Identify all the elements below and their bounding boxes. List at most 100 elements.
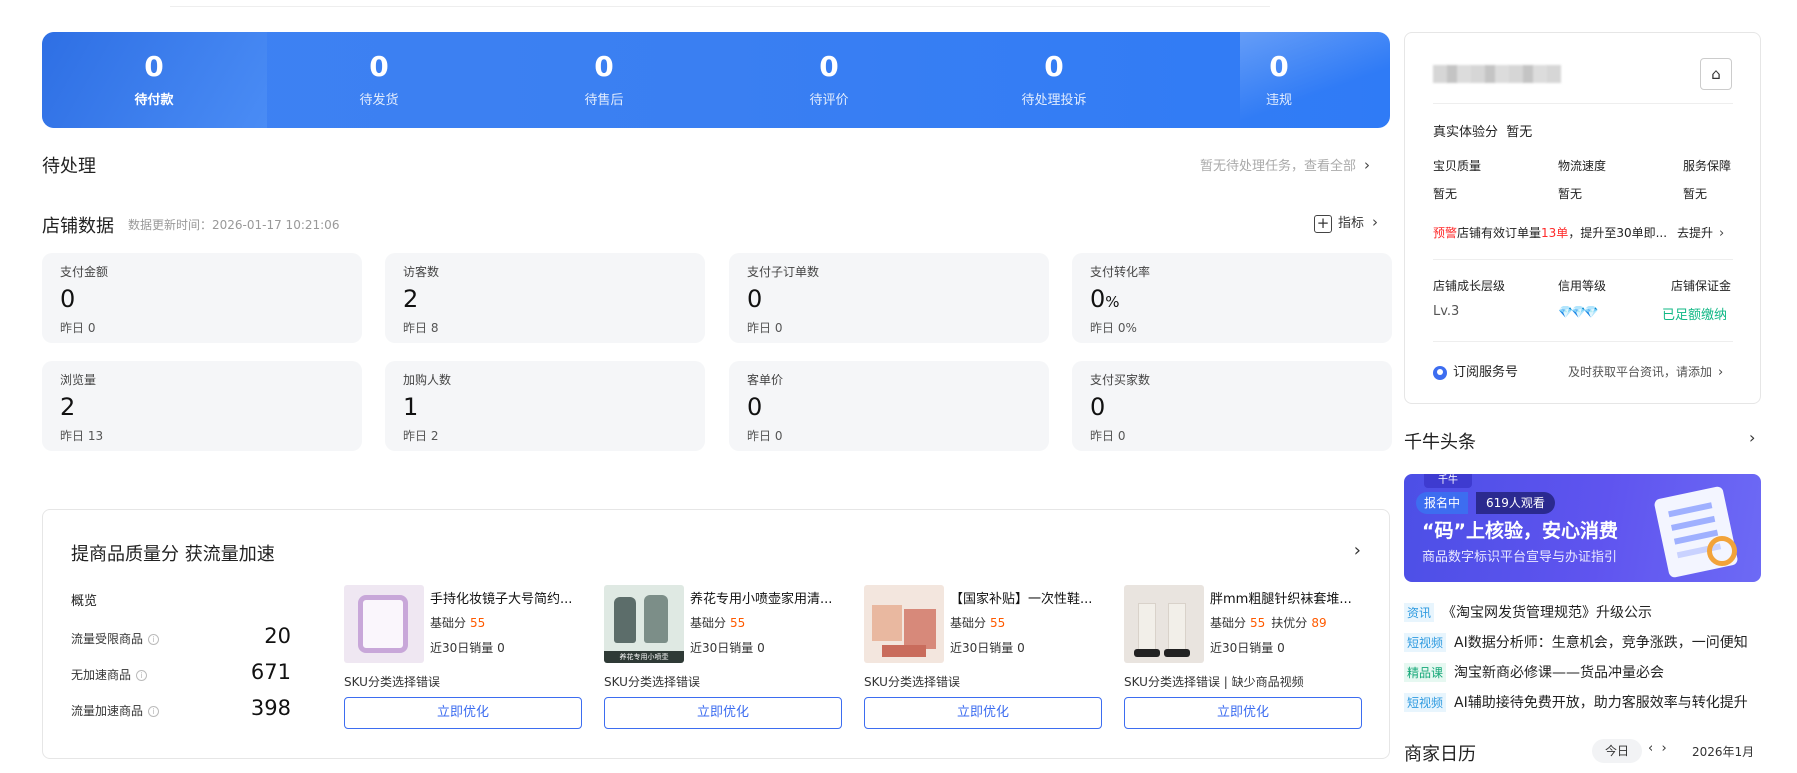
quality-title: 提商品质量分 获流量加速 [71,544,275,565]
metric-label: 支付子订单数 [747,265,820,279]
metric-value: 2 [403,285,419,313]
signup-badge: 报名中 [1416,492,1469,514]
status-label: 待付款 [134,93,174,108]
status-pending-review[interactable]: 0 待评价 [739,50,919,108]
product-name[interactable]: 【国家补贴】一次性鞋... [950,588,1102,607]
metric-label: 访客数 [403,265,440,279]
product-card: 胖mm粗腿针织袜套堆... 基础分 55 扶优分 89 近30日销量 0 SKU分类选… [1124,585,1362,735]
metric-yesterday: 昨日 0 [747,429,783,443]
product-thumbnail[interactable]: 养花专用小喷壶 [604,585,684,663]
status-label: 待售后 [584,93,624,108]
news-item[interactable]: 资讯 《淘宝网发货管理规范》升级公示 [1404,602,1761,622]
optimize-button[interactable]: 立即优化 [864,697,1102,729]
score-label: 宝贝质量 [1433,159,1482,173]
chevron-left-icon[interactable]: ‹ [1648,741,1653,756]
metric-card[interactable]: 支付转化率 0% 昨日 0% [1072,253,1392,343]
subscribe-hint[interactable]: 及时获取平台资讯，请添加 › [1568,363,1723,380]
metric-card[interactable]: 支付买家数 0 昨日 0 [1072,361,1392,451]
metric-card[interactable]: 支付子订单数 0 昨日 0 [729,253,1049,343]
status-violations[interactable]: 0 违规 [1189,50,1369,108]
info-icon: i [148,706,160,717]
deposit-value: 已足额缴纳 [1662,308,1728,323]
status-label: 违规 [1265,93,1292,108]
status-pending-payment[interactable]: 0 待付款 [64,50,244,108]
news-banner[interactable]: 千牛 报名中 619人观看 “码”上核验，安心消费 商品数字标识平台宣导与办证指… [1404,474,1761,582]
product-sales: 近30日销量 0 [430,641,505,655]
metric-card[interactable]: 加购人数 1 昨日 2 [385,361,705,451]
metric-value: 0% [1090,285,1120,313]
overview-title: 概览 [71,594,98,609]
calendar-month: 2026年1月 [1692,745,1755,759]
experience-score: 真实体验分 暂无 [1433,125,1533,140]
info-icon: i [136,670,148,681]
metric-card[interactable]: 浏览量 2 昨日 13 [42,361,362,451]
product-issue: SKU分类选择错误 [864,675,960,689]
metrics-settings-link[interactable]: + 指标 › [1314,212,1378,233]
optimize-button[interactable]: 立即优化 [1124,697,1362,729]
overview-row[interactable]: 流量受限商品 i 20 [71,624,291,652]
calendar-title: 商家日历 [1404,744,1476,765]
optimize-button[interactable]: 立即优化 [604,697,842,729]
top-divider [0,0,1797,7]
today-button[interactable]: 今日 [1592,739,1642,763]
product-sales: 近30日销量 0 [690,641,765,655]
product-name[interactable]: 胖mm粗腿针织袜套堆... [1210,588,1362,607]
news-text: AI辅助接待免费开放，助力客服效率与转化提升 [1454,695,1748,711]
pending-title: 待处理 [42,156,96,177]
home-icon[interactable]: ⌂ [1700,58,1732,90]
product-thumbnail[interactable] [1124,585,1204,663]
chevron-right-icon[interactable]: › [1354,540,1361,561]
banner-subline: 商品数字标识平台宣导与办证指引 [1422,550,1618,565]
score-value: 暂无 [1433,187,1458,201]
product-score: 基础分 55 [950,616,1006,630]
deposit-label: 店铺保证金 [1671,279,1732,293]
product-thumbnail[interactable] [864,585,944,663]
viewers-badge: 619人观看 [1476,492,1555,514]
overview-row[interactable]: 流量加速商品 i 398 [71,696,291,724]
chevron-right-icon[interactable]: › [1661,741,1666,756]
view-all-pending-link[interactable]: 暂无待处理任务，查看全部 › [1200,155,1370,174]
subscribe-service[interactable]: 订阅服务号 [1433,361,1518,380]
news-item[interactable]: 短视频 AI数据分析师：生意机会，竞争涨跌，一问便知 [1404,632,1761,652]
metric-label: 支付买家数 [1090,373,1151,387]
metrics-label: 指标 [1338,216,1365,231]
user-icon [1433,365,1447,380]
calendar-nav: ‹ › [1648,741,1667,756]
status-complaints[interactable]: 0 待处理投诉 [964,50,1144,108]
product-name[interactable]: 养花专用小喷壶家用清... [690,588,842,607]
improve-link[interactable]: 去提升 › [1677,224,1724,241]
quality-panel: 提商品质量分 获流量加速 › 概览 流量受限商品 i 20 无加速商品 i 671 … [42,509,1390,759]
metric-label: 浏览量 [60,373,97,387]
chevron-right-icon: › [1718,365,1724,380]
metric-card[interactable]: 访客数 2 昨日 8 [385,253,705,343]
metric-card[interactable]: 客单价 0 昨日 0 [729,361,1049,451]
metric-card[interactable]: 支付金额 0 昨日 0 [42,253,362,343]
overview-value: 398 [250,696,291,720]
overview-value: 20 [264,624,291,648]
metric-value: 0 [747,285,763,313]
product-card: 手持化妆镜子大号简约... 基础分 55 近30日销量 0 SKU分类选择错误 立… [344,585,582,735]
product-thumbnail[interactable] [344,585,424,663]
chevron-right-icon: › [1719,226,1725,241]
news-item[interactable]: 短视频 AI辅助接待免费开放，助力客服效率与转化提升 [1404,692,1761,712]
order-warning[interactable]: 预警店铺有效订单量13单，提升至30单即... [1433,224,1667,241]
view-all-label: 暂无待处理任务，查看全部 [1200,159,1357,174]
metric-yesterday: 昨日 0 [60,321,96,335]
chevron-right-icon[interactable]: › [1749,428,1755,447]
shop-info-card: ⌂ 真实体验分 暂无 宝贝质量 暂无 物流速度 暂无 服务保障 暂无 预警店铺有… [1404,32,1761,404]
news-text: 淘宝新商必修课——货品冲量必会 [1454,665,1665,681]
metric-value: 1 [403,393,419,421]
optimize-button[interactable]: 立即优化 [344,697,582,729]
shop-name-blurred [1433,65,1561,83]
growth-value: Lv.3 [1433,304,1460,319]
product-name[interactable]: 手持化妆镜子大号简约... [430,588,582,607]
banner-headline: “码”上核验，安心消费 [1422,520,1618,542]
status-after-sale[interactable]: 0 待售后 [514,50,694,108]
credit-label: 信用等级 [1558,279,1607,293]
status-pending-shipment[interactable]: 0 待发货 [289,50,469,108]
overview-row[interactable]: 无加速商品 i 671 [71,660,291,688]
news-tag: 资讯 [1404,603,1435,622]
news-item[interactable]: 精品课 淘宝新商必修课——货品冲量必会 [1404,662,1761,682]
metric-yesterday: 昨日 0 [747,321,783,335]
overview-value: 671 [250,660,291,684]
